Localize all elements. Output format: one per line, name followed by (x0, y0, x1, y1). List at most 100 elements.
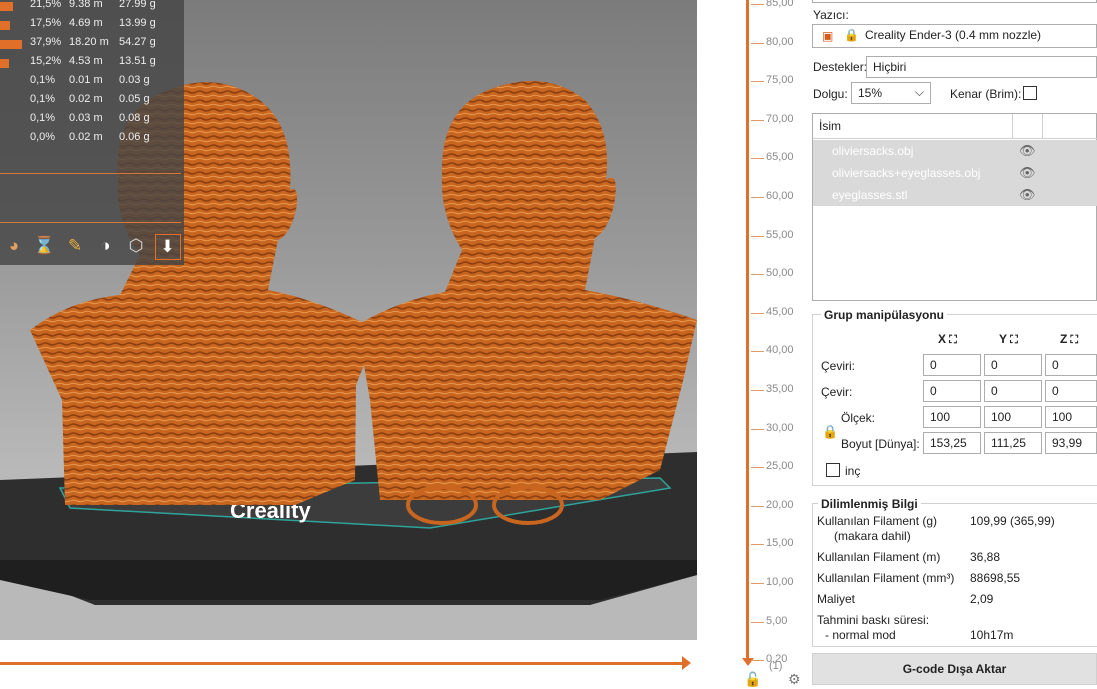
manip-input-y[interactable]: 111,25 (984, 432, 1042, 454)
printer-icon: ▣ (822, 29, 834, 43)
bust-right (357, 81, 697, 500)
object-name: eyeglasses.stl (832, 188, 908, 202)
legend-bar (0, 21, 10, 30)
sliced-info-label: Kullanılan Filament (mm³) (817, 571, 955, 585)
legend-len: 9.38 m (69, 0, 103, 10)
slider-tick-label: 40,00 (766, 344, 794, 357)
manip-input-x[interactable]: 153,25 (923, 432, 981, 454)
slider-tick (751, 583, 764, 584)
manip-input-z[interactable]: 93,99 (1045, 432, 1097, 454)
gear-icon[interactable]: ⚙ (788, 671, 801, 688)
legend-pct: 0,1% (30, 112, 56, 124)
eye-icon[interactable]: 👁 (1019, 165, 1036, 181)
cube-wireframe-icon[interactable]: ⬡ (124, 234, 148, 258)
slider-tick (751, 428, 764, 430)
manip-input-y[interactable]: 0 (984, 354, 1042, 376)
manip-input-y[interactable]: 100 (984, 406, 1042, 428)
checker-icon[interactable]: ◑ (94, 234, 118, 258)
export-arrow-icon[interactable]: ⬇ (154, 234, 181, 260)
slider-tick-label: 35,00 (766, 383, 794, 395)
legend-panel: 21,5% 9.38 m 27.99 g 17,5% 4.69 m 13.99 g 37,9… (0, 0, 184, 265)
manip-input-x[interactable]: 100 (923, 406, 981, 428)
manip-row-label: Çeviri: (821, 359, 856, 373)
supports-select[interactable]: Hiçbiri (866, 56, 1097, 78)
axis-x-header: X ⛶ (938, 332, 957, 347)
chevron-down-icon: ⌵ (914, 85, 924, 99)
slider-tick (751, 351, 764, 353)
layer-index-label: (1) (769, 660, 783, 672)
slider-tick-label: 20,00 (766, 498, 794, 511)
legend-row: 37,9% 18.20 m 54.27 g (0, 36, 184, 52)
legend-len: 0.02 m (69, 93, 103, 105)
slider-tick-label: 30,00 (766, 421, 794, 434)
object-list-header: İsim (819, 119, 841, 133)
manip-input-x[interactable]: 0 (923, 380, 981, 402)
slider-handle-down-icon[interactable] (742, 658, 754, 666)
sliced-info-label: Maliyet (817, 592, 856, 606)
legend-len: 0.01 m (69, 74, 103, 86)
legend-wt: 13.99 g (119, 17, 156, 29)
lock-icon[interactable]: 🔓 (744, 671, 761, 688)
brim-checkbox[interactable] (1023, 86, 1037, 100)
inch-checkbox[interactable] (826, 463, 840, 477)
object-list-item[interactable]: oliviersacks.obj 👁 (813, 140, 1097, 162)
legend-divider (0, 222, 181, 223)
sliced-info-value: 36,88 (970, 550, 1001, 564)
eye-icon[interactable]: 👁 (1019, 187, 1036, 203)
drop-to-bed-icon[interactable]: ⛶ (1007, 334, 1018, 346)
vertical-layer-slider[interactable] (746, 0, 749, 660)
3d-viewport[interactable]: Creality 21,5% 9.38 m 27.99 g 17,5% 4.69 m 13… (0, 0, 697, 640)
drop-to-bed-icon[interactable]: ⛶ (1067, 334, 1078, 346)
legend-wt: 0.05 g (119, 93, 150, 105)
manip-input-z[interactable]: 0 (1045, 380, 1097, 402)
legend-wt: 0.03 g (119, 74, 150, 86)
manip-row-label: Ölçek: (841, 411, 876, 425)
legend-wt: 0.06 g (119, 131, 150, 143)
legend-divider (0, 173, 181, 174)
sliced-info-label: Tahmini baskı süresi: (817, 613, 930, 627)
printer-label: Yazıcı: (813, 8, 849, 22)
sliced-info-label: Kullanılan Filament (g) (817, 514, 938, 528)
infill-select[interactable]: 15% ⌵ (851, 82, 931, 104)
scale-lock-icon[interactable]: 🔒 (822, 424, 838, 440)
slider-tick-label: 25,00 (766, 460, 794, 473)
export-gcode-button[interactable]: G-code Dışa Aktar (812, 653, 1097, 685)
legend-bar (0, 40, 22, 49)
slider-tick (751, 4, 764, 5)
legend-pct: 15,2% (30, 55, 62, 67)
legend-len: 4.53 m (69, 55, 103, 67)
hourglass-icon[interactable]: ⌛ (33, 234, 57, 258)
sliced-info-value: 10h17m (970, 628, 1014, 642)
eye-icon[interactable]: 👁 (1019, 143, 1036, 159)
drop-to-bed-icon[interactable]: ⛶ (946, 334, 957, 346)
horizontal-layer-slider[interactable] (0, 662, 686, 665)
slider-handle-right-icon[interactable] (682, 656, 691, 670)
manip-row-label: Boyut [Dünya]: (841, 437, 920, 451)
printer-value: Creality Ender-3 (0.4 mm nozzle) (865, 28, 1042, 42)
object-list-item[interactable]: oliviersacks+eyeglasses.obj 👁 (813, 162, 1097, 184)
object-list-item[interactable]: eyeglasses.stl 👁 (813, 184, 1097, 206)
printer-select[interactable]: ▣ 🔒 Creality Ender-3 (0.4 mm nozzle) (812, 24, 1097, 48)
color-print-icon[interactable]: ◕ (2, 234, 26, 258)
manip-input-z[interactable]: 0 (1045, 354, 1097, 376)
manip-input-y[interactable]: 0 (984, 380, 1042, 402)
slider-tick-label: 70,00 (766, 112, 794, 125)
manip-input-x[interactable]: 0 (923, 354, 981, 376)
legend-row: 0,1% 0.03 m 0.08 g (0, 112, 184, 128)
legend-row: 0,0% 0.02 m 0.06 g (0, 131, 184, 147)
slider-tick (751, 312, 764, 314)
top-field[interactable] (812, 0, 1097, 3)
legend-pct: 21,5% (30, 0, 62, 10)
manip-input-z[interactable]: 100 (1045, 406, 1097, 428)
manip-row-label: Çevir: (821, 385, 853, 399)
slider-tick (751, 505, 764, 507)
slider-tick-label: 80,00 (766, 35, 794, 48)
object-list[interactable]: İsim oliviersacks.obj 👁 oliviersacks+eyegl… (812, 113, 1097, 301)
legend-pct: 17,5% (30, 17, 62, 29)
slider-tick (751, 274, 764, 276)
sliced-info-value: 88698,55 (970, 571, 1021, 585)
object-name: oliviersacks.obj (832, 144, 914, 158)
slider-tick-label: 85,00 (766, 0, 794, 9)
slider-tick (751, 235, 764, 237)
brush-icon[interactable]: ✎ (63, 234, 87, 258)
